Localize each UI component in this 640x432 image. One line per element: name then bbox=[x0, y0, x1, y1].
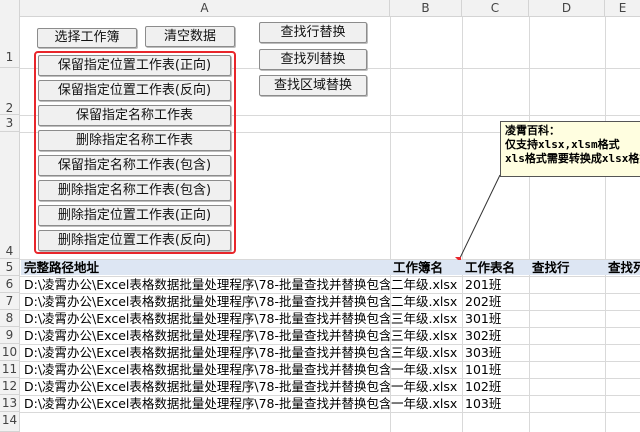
cell-path[interactable]: D:\凌霄办公\Excel表格数据批量处理程序\78-批量查找并替换包含指 bbox=[24, 276, 390, 293]
delete-named-sheets-contains-button[interactable]: 删除指定名称工作表(包含) bbox=[38, 180, 231, 201]
cell-path[interactable]: D:\凌霄办公\Excel表格数据批量处理程序\78-批量查找并替换包含指 bbox=[24, 344, 390, 361]
cell-workbook[interactable]: 一年级.xlsx bbox=[391, 361, 462, 378]
column-header-a[interactable]: A bbox=[20, 0, 390, 17]
comment-line-3: xls格式需要转换成xlsx格式 bbox=[505, 152, 640, 165]
cell-sheet[interactable]: 301班 bbox=[465, 310, 527, 327]
row-header-13[interactable]: 13 bbox=[0, 395, 20, 412]
grid-line bbox=[605, 17, 606, 432]
row-header-2[interactable]: 2 bbox=[0, 68, 20, 115]
cell-sheet[interactable]: 101班 bbox=[465, 361, 527, 378]
row-header-5[interactable]: 5 bbox=[0, 259, 20, 276]
cell-workbook[interactable]: 三年级.xlsx bbox=[391, 344, 462, 361]
row-header-11[interactable]: 11 bbox=[0, 361, 20, 378]
keep-position-sheets-reverse-button[interactable]: 保留指定位置工作表(反向) bbox=[38, 80, 231, 101]
grid-line bbox=[462, 17, 463, 432]
column-header-c[interactable]: C bbox=[462, 0, 529, 17]
cell-path[interactable]: D:\凌霄办公\Excel表格数据批量处理程序\78-批量查找并替换包含指 bbox=[24, 361, 390, 378]
row-header-12[interactable]: 12 bbox=[0, 378, 20, 395]
cell-sheet[interactable]: 201班 bbox=[465, 276, 527, 293]
header-full-path[interactable]: 完整路径地址 bbox=[24, 259, 388, 276]
grid-line bbox=[529, 17, 530, 432]
column-header-bar: A B C D E bbox=[0, 0, 640, 17]
row-header-14[interactable]: 14 bbox=[0, 412, 20, 432]
cell-sheet[interactable]: 202班 bbox=[465, 293, 527, 310]
keep-named-sheets-button[interactable]: 保留指定名称工作表 bbox=[38, 105, 231, 126]
column-header-e[interactable]: E bbox=[605, 0, 640, 17]
comment-line-1: 凌霄百科： bbox=[505, 124, 560, 137]
cell-workbook[interactable]: 三年级.xlsx bbox=[391, 310, 462, 327]
cell-path[interactable]: D:\凌霄办公\Excel表格数据批量处理程序\78-批量查找并替换包含指 bbox=[24, 293, 390, 310]
keep-position-sheets-forward-button[interactable]: 保留指定位置工作表(正向) bbox=[38, 55, 231, 76]
header-sheet-name[interactable]: 工作表名 bbox=[465, 259, 527, 276]
header-find-row[interactable]: 查找行 bbox=[532, 259, 604, 276]
row-header-6[interactable]: 6 bbox=[0, 276, 20, 293]
comment-line-2: 仅支持xlsx,xlsm格式 bbox=[505, 138, 620, 151]
grid-line bbox=[20, 412, 640, 413]
row-header-9[interactable]: 9 bbox=[0, 327, 20, 344]
cell-workbook[interactable]: 一年级.xlsx bbox=[391, 395, 462, 412]
cell-sheet[interactable]: 102班 bbox=[465, 378, 527, 395]
find-row-replace-button[interactable]: 查找行替换 bbox=[259, 22, 367, 43]
cell-sheet[interactable]: 303班 bbox=[465, 344, 527, 361]
find-area-replace-button[interactable]: 查找区域替换 bbox=[259, 75, 367, 96]
row-header-4[interactable]: 4 bbox=[0, 132, 20, 259]
delete-named-sheets-button[interactable]: 删除指定名称工作表 bbox=[38, 130, 231, 151]
find-column-replace-button[interactable]: 查找列替换 bbox=[259, 49, 367, 70]
row-header-10[interactable]: 10 bbox=[0, 344, 20, 361]
cell-path[interactable]: D:\凌霄办公\Excel表格数据批量处理程序\78-批量查找并替换包含指 bbox=[24, 395, 390, 412]
select-workbook-button[interactable]: 选择工作簿 bbox=[37, 28, 137, 48]
cell-workbook[interactable]: 二年级.xlsx bbox=[391, 276, 462, 293]
select-all-corner[interactable] bbox=[0, 0, 20, 17]
cell-path[interactable]: D:\凌霄办公\Excel表格数据批量处理程序\78-批量查找并替换包含指 bbox=[24, 378, 390, 395]
row-header-8[interactable]: 8 bbox=[0, 310, 20, 327]
cell-sheet[interactable]: 302班 bbox=[465, 327, 527, 344]
column-header-d[interactable]: D bbox=[529, 0, 605, 17]
cell-workbook[interactable]: 二年级.xlsx bbox=[391, 293, 462, 310]
delete-position-sheets-reverse-button[interactable]: 删除指定位置工作表(反向) bbox=[38, 230, 231, 251]
column-header-b[interactable]: B bbox=[390, 0, 462, 17]
row-header-7[interactable]: 7 bbox=[0, 293, 20, 310]
row-header-3[interactable]: 3 bbox=[0, 115, 20, 132]
cell-path[interactable]: D:\凌霄办公\Excel表格数据批量处理程序\78-批量查找并替换包含指 bbox=[24, 327, 390, 344]
cell-workbook[interactable]: 一年级.xlsx bbox=[391, 378, 462, 395]
cell-workbook[interactable]: 三年级.xlsx bbox=[391, 327, 462, 344]
header-workbook-name[interactable]: 工作簿名 bbox=[393, 259, 461, 276]
clear-data-button[interactable]: 清空数据 bbox=[145, 26, 235, 47]
cell-comment: 凌霄百科： 仅支持xlsx,xlsm格式 xls格式需要转换成xlsx格式 bbox=[500, 121, 640, 177]
cell-path[interactable]: D:\凌霄办公\Excel表格数据批量处理程序\78-批量查找并替换包含指 bbox=[24, 310, 390, 327]
row-header-1[interactable]: 1 bbox=[0, 17, 20, 68]
keep-named-sheets-contains-button[interactable]: 保留指定名称工作表(包含) bbox=[38, 155, 231, 176]
delete-position-sheets-forward-button[interactable]: 删除指定位置工作表(正向) bbox=[38, 205, 231, 226]
header-find-column[interactable]: 查找列 bbox=[608, 259, 640, 276]
cell-sheet[interactable]: 103班 bbox=[465, 395, 527, 412]
